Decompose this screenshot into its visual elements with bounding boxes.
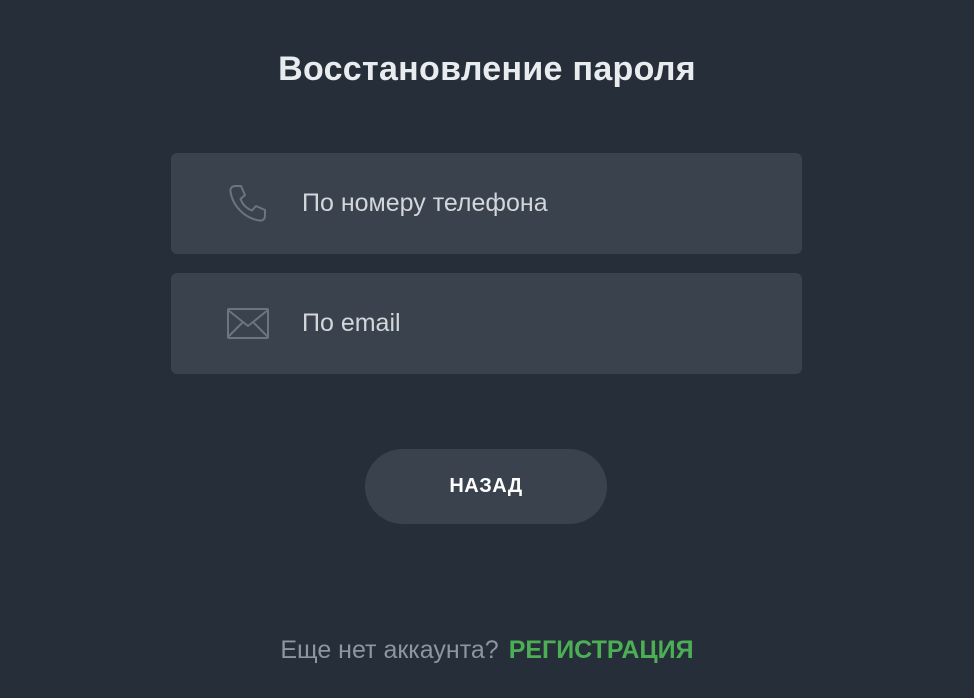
recover-by-phone-option[interactable]: По номеру телефона <box>171 153 802 254</box>
signup-prompt: Еще нет аккаунта? РЕГИСТРАЦИЯ <box>0 636 974 665</box>
back-button[interactable]: НАЗАД <box>365 449 607 524</box>
page-title: Восстановление пароля <box>278 50 696 88</box>
recover-by-phone-label: По номеру телефона <box>302 189 548 217</box>
recover-by-email-option[interactable]: По email <box>171 273 802 374</box>
signup-question-text: Еще нет аккаунта? <box>280 636 499 664</box>
envelope-icon <box>226 301 270 345</box>
phone-icon <box>226 181 270 225</box>
register-link[interactable]: РЕГИСТРАЦИЯ <box>509 636 694 664</box>
recover-by-email-label: По email <box>302 309 401 337</box>
password-recovery-page: Восстановление пароля По номеру телефона… <box>0 0 974 698</box>
